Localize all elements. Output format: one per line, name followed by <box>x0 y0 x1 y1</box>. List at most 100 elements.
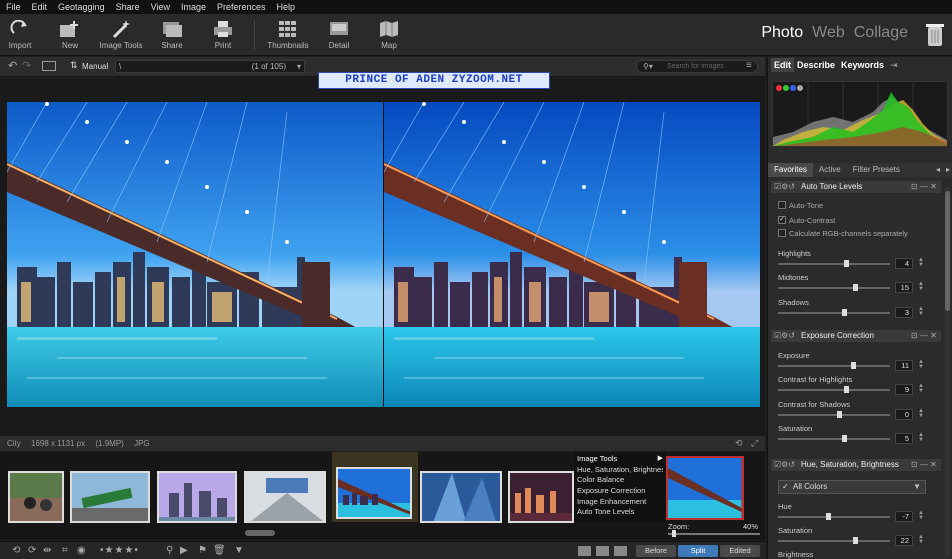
layout-compare-icon[interactable] <box>596 546 609 556</box>
menu-item-exposure[interactable]: Exposure Correction <box>577 486 663 497</box>
search-input[interactable]: ⚲▾ Search for images <box>636 60 758 73</box>
shadows-stepper[interactable]: ▲ ▼ <box>918 306 926 318</box>
before-image[interactable] <box>7 102 383 407</box>
saturation-knob[interactable] <box>842 435 848 442</box>
contrast-highlights-stepper[interactable]: ▲ ▼ <box>918 383 926 395</box>
hsb-saturation-knob[interactable] <box>852 537 858 544</box>
after-image[interactable] <box>384 102 760 407</box>
highlights-slider[interactable] <box>778 260 890 267</box>
menu-image[interactable]: Image <box>181 2 206 12</box>
back-arrow-icon[interactable]: ↶ <box>8 59 17 72</box>
tab-edit[interactable]: Edit <box>771 58 794 72</box>
tab-keywords[interactable]: Keywords <box>841 60 884 70</box>
menu-item-color-balance[interactable]: Color Balance <box>577 475 663 486</box>
menu-geotagging[interactable]: Geotagging <box>58 2 105 12</box>
panel-scrollbar-thumb[interactable] <box>945 191 950 311</box>
section-toggle-icons[interactable]: ☑⚙↺ <box>774 330 795 342</box>
rotate-icon[interactable]: ⟲ <box>735 436 743 451</box>
exposure-knob[interactable] <box>850 362 856 369</box>
tab-favorites[interactable]: Favorites <box>768 163 813 177</box>
highlights-knob[interactable] <box>844 260 850 267</box>
mode-collage[interactable]: Collage <box>854 24 908 42</box>
shadows-value[interactable]: 3 <box>895 307 913 318</box>
contrast-highlights-knob[interactable] <box>844 386 850 393</box>
view-options-icon[interactable] <box>42 61 56 71</box>
menu-view[interactable]: View <box>151 2 170 12</box>
crop-icon[interactable]: ⌗ <box>62 545 68 556</box>
exposure-stepper[interactable]: ▲ ▼ <box>918 359 926 371</box>
thumbnail-7[interactable] <box>508 471 574 523</box>
eye-icon[interactable]: ◉ <box>77 545 86 556</box>
highlights-value[interactable]: 4 <box>895 258 913 269</box>
thumbnail-3[interactable] <box>157 471 237 523</box>
saturation-stepper[interactable]: ▲ ▼ <box>918 432 926 444</box>
section-controls-icons[interactable]: ⊡ — ✕ <box>911 181 937 193</box>
saturation-value[interactable]: 5 <box>895 433 913 444</box>
filter-icon[interactable]: ▼ <box>234 545 244 556</box>
layout-grid-icon[interactable] <box>614 546 627 556</box>
menu-help[interactable]: Help <box>277 2 296 12</box>
rgb-channels-checkbox[interactable] <box>778 229 786 237</box>
section-controls-icons[interactable]: ⊡ — ✕ <box>911 330 937 342</box>
tab-active[interactable]: Active <box>813 163 847 177</box>
hsb-saturation-stepper[interactable]: ▲ ▼ <box>918 534 926 546</box>
menu-preferences[interactable]: Preferences <box>217 2 266 12</box>
thumbnail-8-hover[interactable] <box>666 456 744 520</box>
zoom-slider-knob[interactable] <box>672 530 676 537</box>
exposure-value[interactable]: 11 <box>895 360 913 371</box>
sort-mode[interactable]: Manual <box>82 62 108 71</box>
slideshow-icon[interactable]: ▶ <box>180 545 188 556</box>
section-toggle-icons[interactable]: ☑⚙↺ <box>774 459 795 471</box>
forward-arrow-icon[interactable]: ↷ <box>22 59 31 72</box>
print-button[interactable]: Print <box>193 14 253 56</box>
thumbnail-1[interactable] <box>8 471 64 523</box>
highlights-stepper[interactable]: ▲ ▼ <box>918 257 926 269</box>
chevron-right-icon[interactable]: ▸ <box>943 163 952 177</box>
chevron-left-icon[interactable]: ◂ <box>933 163 943 177</box>
delete-icon[interactable]: 🗑 <box>213 545 226 556</box>
rotate-left-icon[interactable]: ⟲ <box>12 545 20 556</box>
saturation-slider[interactable] <box>778 435 890 442</box>
hsb-saturation-value[interactable]: 22 <box>895 535 913 546</box>
menu-item-enhancement[interactable]: Image Enhancement <box>577 497 663 508</box>
hue-knob[interactable] <box>826 513 832 520</box>
zoom-icon[interactable]: ⚲ <box>166 545 173 556</box>
split-button[interactable]: Split <box>678 545 718 557</box>
tab-describe[interactable]: Describe <box>797 60 835 70</box>
section-controls-icons[interactable]: ⊡ — ✕ <box>911 459 937 471</box>
image-tools-menu-header[interactable]: Image Tools ▶ <box>577 454 663 465</box>
layout-single-icon[interactable] <box>578 546 591 556</box>
shadows-knob[interactable] <box>842 309 848 316</box>
contrast-shadows-value[interactable]: 0 <box>895 409 913 420</box>
menu-icon[interactable]: ≡ <box>746 60 752 71</box>
menu-share[interactable]: Share <box>116 2 140 12</box>
thumbnail-4[interactable] <box>244 471 326 523</box>
rating-stars-icon[interactable]: •★★★• <box>100 545 139 556</box>
contrast-shadows-knob[interactable] <box>836 411 842 418</box>
flip-icon[interactable]: ⇹ <box>43 545 51 556</box>
menu-edit[interactable]: Edit <box>32 2 48 12</box>
menu-item-auto-tone[interactable]: Auto Tone Levels <box>577 507 663 518</box>
exposure-section-header[interactable]: ☑⚙↺ Exposure Correction ⊡ — ✕ <box>771 330 941 342</box>
rotate-right-icon[interactable]: ⟳ <box>28 545 36 556</box>
hsb-saturation-slider[interactable] <box>778 537 890 544</box>
trash-icon[interactable] <box>924 22 946 48</box>
hue-stepper[interactable]: ▲ ▼ <box>918 510 926 522</box>
midtones-knob[interactable] <box>852 284 858 291</box>
chevron-down-icon[interactable]: ▾ <box>297 61 301 72</box>
auto-contrast-checkbox[interactable]: ✓ <box>778 216 786 224</box>
mode-web[interactable]: Web <box>812 24 845 42</box>
thumbnail-6[interactable] <box>420 471 502 523</box>
auto-tone-checkbox[interactable] <box>778 201 786 209</box>
fullscreen-icon[interactable]: ⤢ <box>751 436 758 451</box>
contrast-highlights-value[interactable]: 9 <box>895 384 913 395</box>
contrast-shadows-slider[interactable] <box>778 411 890 418</box>
hue-slider[interactable] <box>778 513 890 520</box>
tab-filter-presets[interactable]: Filter Presets <box>847 163 906 177</box>
section-toggle-icons[interactable]: ☑⚙↺ <box>774 181 795 193</box>
midtones-slider[interactable] <box>778 284 890 291</box>
midtones-stepper[interactable]: ▲ ▼ <box>918 281 926 293</box>
edited-button[interactable]: Edited <box>720 545 760 557</box>
thumbnail-2[interactable] <box>70 471 150 523</box>
mode-photo[interactable]: Photo <box>761 24 803 42</box>
